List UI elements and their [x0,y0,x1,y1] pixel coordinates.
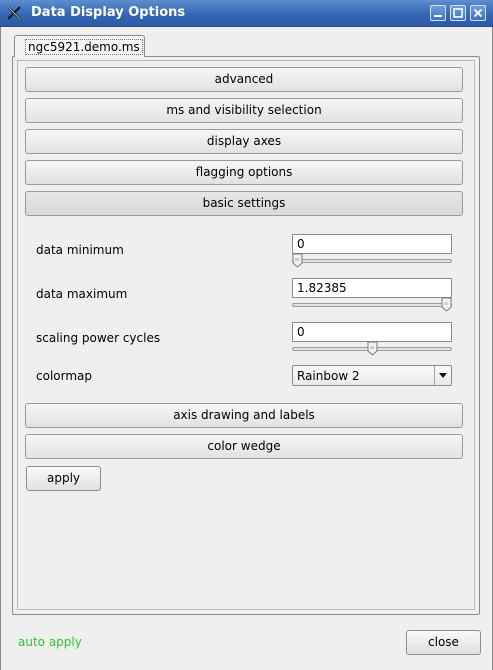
section-advanced-button[interactable]: advanced [25,67,463,92]
colormap-dropdown-button[interactable] [434,366,451,385]
tab-label: ngc5921.demo.ms [25,39,143,55]
section-basic-settings-button[interactable]: basic settings [25,191,463,216]
apply-button[interactable]: apply [26,466,101,491]
data-minimum-slider-thumb-icon[interactable] [292,253,303,268]
data-maximum-slider-thumb-icon[interactable] [441,297,452,312]
scaling-power-cycles-slider-thumb-icon[interactable] [367,341,378,356]
section-flagging-button[interactable]: flagging options [25,160,463,185]
title-bar[interactable]: Data Display Options [0,0,493,27]
close-icon [473,8,483,18]
window-frame-left [0,27,1,670]
chevron-down-icon [439,373,447,378]
window-title: Data Display Options [31,5,186,20]
scaling-power-cycles-label: scaling power cycles [36,331,161,345]
colormap-selected-value: Rainbow 2 [297,369,360,383]
maximize-icon [453,8,463,18]
app-icon [7,6,21,20]
minimize-icon [434,15,442,17]
auto-apply-status: auto apply [18,635,82,649]
data-maximum-input[interactable]: 1.82385 [292,278,452,298]
section-display-axes-button[interactable]: display axes [25,129,463,154]
scaling-power-cycles-input[interactable]: 0 [292,322,452,342]
section-ms-visibility-button[interactable]: ms and visibility selection [25,98,463,123]
section-axis-drawing-button[interactable]: axis drawing and labels [25,403,463,428]
section-color-wedge-button[interactable]: color wedge [25,434,463,459]
data-maximum-label: data maximum [36,287,128,301]
colormap-select[interactable]: Rainbow 2 [292,365,452,386]
data-minimum-input[interactable]: 0 [292,234,452,254]
data-minimum-slider[interactable] [292,259,452,263]
colormap-label: colormap [36,369,92,383]
maximize-button[interactable] [450,5,466,21]
close-button[interactable]: close [406,630,481,655]
data-minimum-label: data minimum [36,243,124,257]
tab-ngc5921[interactable]: ngc5921.demo.ms [14,35,145,57]
minimize-button[interactable] [430,5,446,21]
data-maximum-slider[interactable] [292,303,452,307]
close-window-button[interactable] [470,5,486,21]
